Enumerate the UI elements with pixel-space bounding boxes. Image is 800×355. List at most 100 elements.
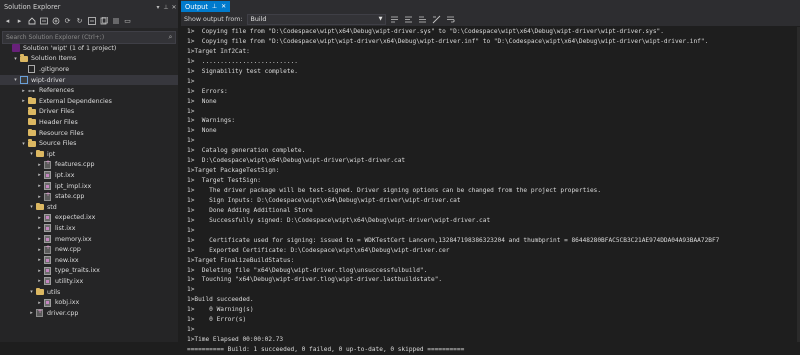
tree-item[interactable]: ▸ driver.cpp	[0, 308, 78, 319]
tree-item-label: state.cpp	[55, 193, 85, 201]
collapse-arrow-icon[interactable]: ▸	[36, 300, 43, 306]
tree-item[interactable]: ▸ expected.ixx	[0, 213, 95, 224]
tree-item[interactable]: ▸ kobj.ixx	[0, 297, 79, 308]
tree-item[interactable]: ▸ utility.ixx	[0, 276, 83, 287]
output-line: 1> Copying file from "D:\Codespace\wipt\…	[187, 37, 709, 45]
dropdown-icon[interactable]: ▾	[154, 4, 162, 11]
ixx-icon	[43, 171, 52, 180]
collapse-arrow-icon[interactable]: ▸	[36, 172, 43, 178]
collapse-arrow-icon[interactable]: ▸	[36, 225, 43, 231]
tree-item[interactable]: ▸ type_traits.ixx	[0, 266, 100, 277]
output-line: 1> Errors:	[187, 87, 228, 95]
show-all-files-icon[interactable]	[99, 16, 108, 26]
switch-views-icon[interactable]	[39, 16, 48, 26]
tab-output[interactable]: Output ⊥ ✕	[181, 1, 231, 12]
forward-icon[interactable]: ▸	[15, 16, 24, 26]
show-output-from-label: Show output from:	[184, 15, 243, 23]
preview-icon[interactable]: ▭	[123, 16, 132, 26]
tree-item-label: new.ixx	[55, 256, 79, 264]
tree-item-label: wipt-driver	[31, 76, 66, 84]
pin-icon[interactable]: ⊥	[162, 4, 170, 11]
tree-item[interactable]: ▾ Solution Items	[0, 54, 76, 65]
search-icon[interactable]: ⌕	[166, 33, 175, 42]
tree-item[interactable]: ▸ ⊶ References	[0, 85, 74, 96]
home-icon[interactable]	[27, 16, 36, 26]
collapse-arrow-icon[interactable]: ▸	[36, 268, 43, 274]
properties-icon[interactable]	[111, 16, 120, 26]
expand-arrow-icon[interactable]: ▾	[20, 141, 27, 147]
references-icon: ⊶	[28, 86, 35, 95]
collapse-arrow-icon[interactable]: ▸	[36, 257, 43, 263]
collapse-arrow-icon[interactable]: ▸	[20, 88, 27, 94]
solution-explorer-title-bar: Solution Explorer ▾ ⊥ ✕	[0, 0, 178, 14]
pending-changes-filter-icon[interactable]	[51, 16, 60, 26]
tree-item[interactable]: Driver Files	[0, 107, 74, 118]
tree-item[interactable]: Resource Files	[0, 128, 84, 139]
close-icon[interactable]: ✕	[170, 4, 178, 11]
back-icon[interactable]: ◂	[3, 16, 12, 26]
tree-item[interactable]: ▾ ipt	[0, 149, 55, 160]
collapse-arrow-icon[interactable]: ▸	[20, 98, 27, 104]
output-line: 1>	[187, 107, 195, 115]
collapse-arrow-icon[interactable]: ▸	[36, 247, 43, 253]
expand-arrow-icon[interactable]: ▾	[28, 151, 35, 157]
tree-item-label: Solution 'wipt' (1 of 1 project)	[23, 44, 117, 52]
tree-item-label: Solution Items	[31, 55, 77, 63]
output-line: 1> Sign Inputs: D:\Codespace\wipt\x64\De…	[187, 196, 461, 204]
output-line: 1> 0 Error(s)	[187, 316, 247, 324]
tree-item[interactable]: ▾ utils	[0, 287, 60, 298]
output-source-select[interactable]: Build ▼	[246, 13, 386, 25]
tree-item[interactable]: Header Files	[0, 117, 78, 128]
collapse-arrow-icon[interactable]: ▸	[36, 194, 43, 200]
ixx-icon	[43, 182, 52, 191]
tree-item[interactable]: ▸ features.cpp	[0, 159, 94, 171]
tree-item[interactable]: ▸ list.ixx	[0, 223, 75, 234]
expand-arrow-icon[interactable]: ▾	[28, 204, 35, 210]
folder-icon	[35, 287, 44, 297]
tree-item[interactable]: ▸ new.cpp	[0, 244, 81, 255]
word-wrap-icon[interactable]	[446, 14, 456, 24]
expand-arrow-icon[interactable]: ▾	[12, 56, 19, 62]
tree-item[interactable]: ▸ External Dependencies	[0, 96, 112, 107]
tree-item[interactable]: Solution 'wipt' (1 of 1 project)	[0, 43, 116, 54]
collapse-arrow-icon[interactable]: ▸	[36, 183, 43, 189]
find-message-icon[interactable]	[390, 14, 400, 24]
collapse-arrow-icon[interactable]: ▸	[28, 310, 35, 316]
tree-item[interactable]: ▾ wipt-driver	[0, 74, 178, 86]
tree-item-label: ipt	[47, 150, 56, 158]
tree-item[interactable]: ▸ memory.ixx	[0, 234, 92, 245]
output-line: 1> Done Adding Additional Store	[187, 206, 313, 214]
collapse-all-icon[interactable]	[87, 16, 96, 26]
expand-arrow-icon[interactable]: ▾	[12, 77, 19, 83]
ixx-icon	[43, 277, 52, 286]
search-placeholder: Search Solution Explorer (Ctrl+;)	[6, 34, 105, 41]
tree-item[interactable]: ▾ std	[0, 202, 57, 213]
tree-item[interactable]: .gitignore	[0, 64, 69, 75]
next-message-icon[interactable]	[418, 14, 428, 24]
output-text[interactable]: 1> Copying file from "D:\Codespace\wipt\…	[187, 27, 796, 355]
tree-item[interactable]: ▸ ipt_impl.ixx	[0, 181, 91, 192]
refresh-icon[interactable]: ↻	[75, 16, 84, 26]
collapse-arrow-icon[interactable]: ▸	[36, 215, 43, 221]
output-line: 1>	[187, 326, 195, 334]
output-line: 1>Target FinalizeBuildStatus:	[187, 256, 295, 264]
tree-item[interactable]: ▸ state.cpp	[0, 191, 84, 202]
tree-item[interactable]: ▸ ipt.ixx	[0, 170, 74, 181]
clear-all-icon[interactable]	[432, 14, 442, 24]
collapse-arrow-icon[interactable]: ▸	[36, 278, 43, 284]
tree-item[interactable]: ▾ Source Files	[0, 138, 76, 149]
ixx-icon	[43, 224, 52, 233]
sync-icon[interactable]: ⟳	[63, 16, 72, 26]
solution-explorer-panel: Solution Explorer ▾ ⊥ ✕ ◂ ▸ ⟳ ↻ ▭ Search…	[0, 0, 178, 342]
close-icon[interactable]: ✕	[221, 3, 226, 10]
pin-icon[interactable]: ⊥	[212, 3, 217, 10]
previous-message-icon[interactable]	[404, 14, 414, 24]
tree-item-label: driver.cpp	[47, 309, 79, 317]
project-icon	[19, 76, 28, 85]
tree-item-label: expected.ixx	[55, 214, 96, 222]
collapse-arrow-icon[interactable]: ▸	[36, 162, 43, 168]
expand-arrow-icon[interactable]: ▾	[28, 289, 35, 295]
collapse-arrow-icon[interactable]: ▸	[36, 236, 43, 242]
chevron-down-icon: ▼	[378, 16, 383, 22]
tree-item[interactable]: ▸ new.ixx	[0, 255, 79, 266]
